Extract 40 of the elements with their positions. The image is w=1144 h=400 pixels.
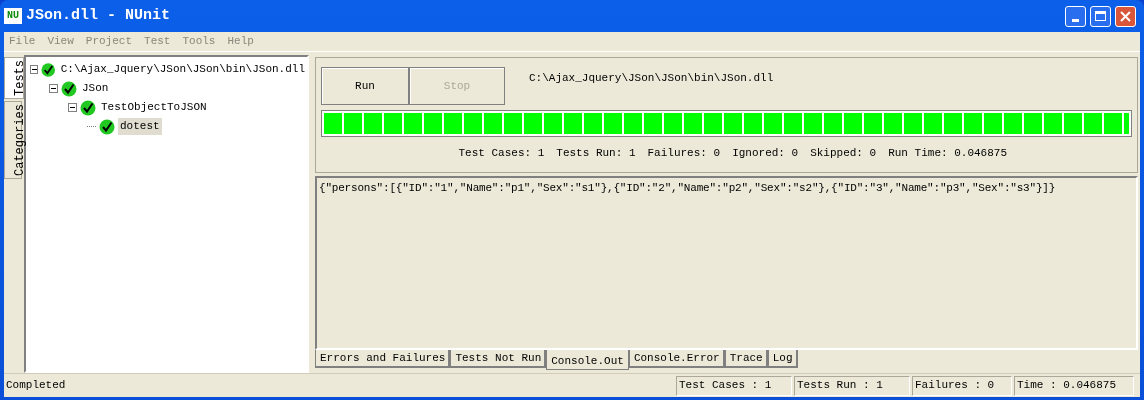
run-button[interactable]: Run: [321, 67, 409, 105]
tree-node[interactable]: TestObjectToJSON: [99, 99, 209, 116]
output-tab[interactable]: Log: [767, 350, 798, 368]
minimize-icon: [1072, 18, 1079, 22]
output-tab[interactable]: Tests Not Run: [450, 350, 547, 368]
window-title: JSon.dll - NUnit: [26, 5, 172, 26]
output-tab[interactable]: Trace: [724, 350, 768, 368]
check-icon: [99, 118, 115, 135]
output-tab[interactable]: Console.Error: [628, 350, 725, 368]
collapse-toggle[interactable]: [68, 103, 77, 112]
minimize-button[interactable]: [1065, 5, 1086, 27]
check-icon: [61, 80, 77, 97]
status-panel: Time : 0.046875: [1014, 375, 1134, 396]
summary-stat: Failures: 0: [647, 146, 721, 161]
tree-node[interactable]: JSon: [80, 80, 111, 97]
summary-stat: Test Cases: 1: [458, 146, 545, 161]
console-output: {"persons":[{"ID":"1","Name":"p1","Sex":"s1"},{"ID":"2","Name":"p2","Sex":"s2"},{"ID":"3","Name":"p3","Sex":"s3"}]}: [319, 181, 1056, 196]
collapse-toggle[interactable]: [30, 65, 39, 74]
summary-stat: Skipped: 0: [810, 146, 877, 161]
side-tab[interactable]: Tests: [4, 57, 24, 99]
close-icon: [1120, 10, 1131, 22]
collapse-toggle[interactable]: [49, 84, 58, 93]
status-panel: Failures : 0: [912, 375, 1012, 396]
close-button[interactable]: [1115, 5, 1136, 27]
summary-stat: Tests Run: 1: [556, 146, 636, 161]
status-panel: Test Cases : 1: [676, 375, 792, 396]
summary-stat: Run Time: 0.046875: [888, 146, 1007, 161]
assembly-path: C:\Ajax_Jquery\JSon\JSon\bin\JSon.dll: [529, 71, 774, 86]
status-panel: Tests Run : 1: [794, 375, 910, 396]
check-icon: [41, 61, 56, 78]
maximize-icon: [1095, 11, 1106, 21]
output-tab[interactable]: Errors and Failures: [315, 350, 451, 368]
tree-node[interactable]: dotest: [118, 118, 162, 135]
tree-node[interactable]: C:\Ajax_Jquery\JSon\JSon\bin\JSon.dll: [58, 61, 307, 78]
summary-stat: Ignored: 0: [732, 146, 799, 161]
output-tab[interactable]: Console.Out: [546, 350, 629, 370]
maximize-button[interactable]: [1090, 5, 1111, 27]
check-icon: [80, 99, 96, 116]
app-icon: NU: [4, 8, 22, 24]
status-message: Completed: [5, 378, 67, 394]
